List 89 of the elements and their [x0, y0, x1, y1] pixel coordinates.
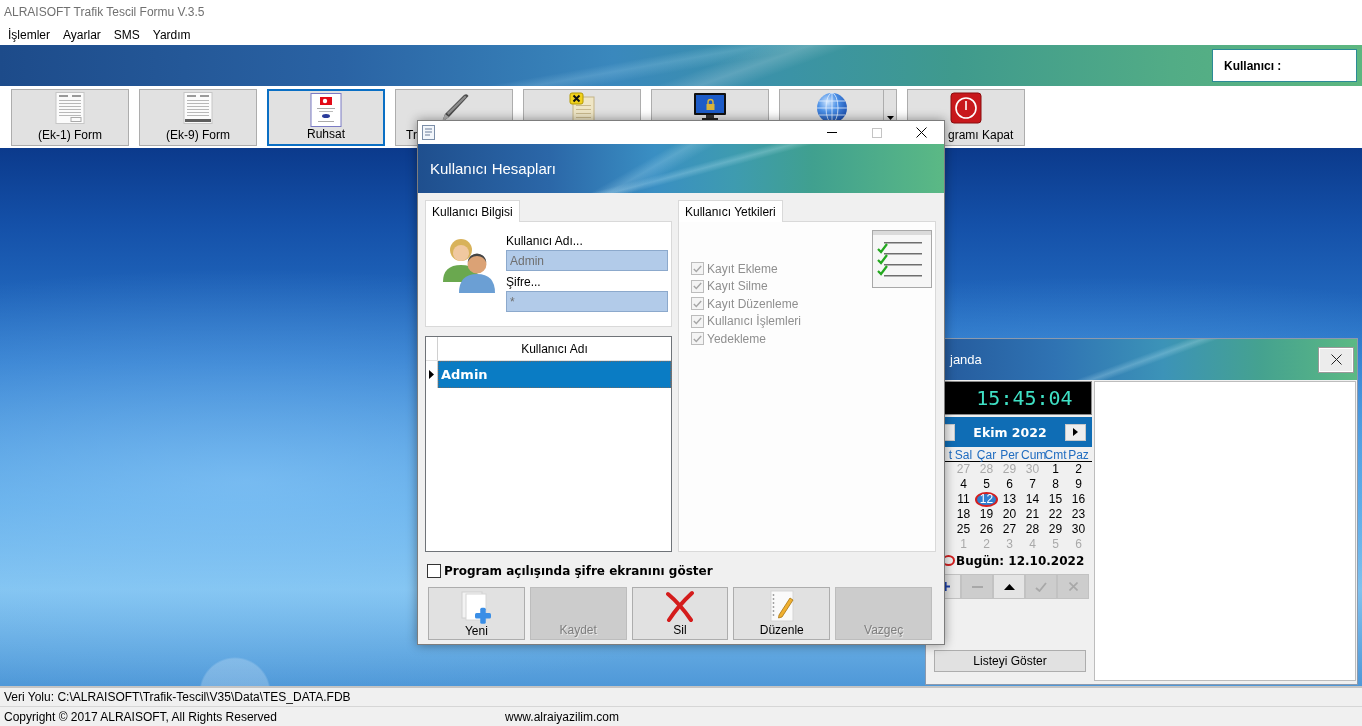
- menu-item[interactable]: Ayarlar: [57, 25, 107, 44]
- checkbox-label: Kayıt Silme: [707, 279, 768, 294]
- document-icon: [422, 125, 435, 140]
- dialog-heading: Kullanıcı Hesapları: [430, 160, 556, 177]
- edit-button[interactable]: Düzenle: [733, 587, 831, 640]
- minus-icon: [971, 585, 983, 588]
- month-title: Ekim 2022: [973, 424, 1047, 440]
- caret-right-icon: [1073, 428, 1078, 436]
- calendar-day[interactable]: 26: [975, 522, 998, 537]
- user-panel: Kullanıcı :: [1212, 49, 1357, 82]
- calendar-day[interactable]: 9: [1067, 477, 1090, 492]
- cross-icon: [664, 590, 696, 622]
- calendar-day[interactable]: 8: [1044, 477, 1067, 492]
- window-title: ALRAISOFT Trafik Tescil Formu V.3.5: [4, 5, 205, 19]
- checkbox-label: Kayıt Ekleme: [707, 261, 778, 276]
- calendar-day[interactable]: 4: [952, 477, 975, 492]
- calendar-day[interactable]: 7: [1021, 477, 1044, 492]
- calendar-day[interactable]: 5: [975, 477, 998, 492]
- document-icon: [183, 92, 213, 124]
- caret-up-icon: [1003, 583, 1015, 590]
- calendar-day[interactable]: 11: [952, 492, 975, 507]
- close-icon: [1330, 354, 1342, 365]
- calendar-day[interactable]: 6: [998, 477, 1021, 492]
- move-up-button[interactable]: [993, 574, 1025, 599]
- calendar-day[interactable]: 28: [1021, 522, 1044, 537]
- calendar-day[interactable]: 19: [975, 507, 998, 522]
- calendar-day[interactable]: 23: [1067, 507, 1090, 522]
- calendar-day[interactable]: 16: [1067, 492, 1090, 507]
- calendar-day[interactable]: 13: [998, 492, 1021, 507]
- calendar-day[interactable]: 22: [1044, 507, 1067, 522]
- power-icon: [950, 92, 982, 124]
- checkbox[interactable]: [427, 563, 441, 578]
- checkbox-label: Yedekleme: [707, 331, 766, 346]
- calendar-day[interactable]: 2: [1067, 462, 1090, 477]
- add-document-icon: [459, 590, 494, 624]
- calendar-day[interactable]: 14: [1021, 492, 1044, 507]
- data-path-text: Veri Yolu: C:\ALRAISOFT\Trafik-Tescil\V35\Data\TES_DATA.FDB: [4, 690, 351, 704]
- row-pointer-icon: [429, 370, 434, 379]
- weekday-label: Cum: [1021, 449, 1044, 461]
- menu-item[interactable]: SMS: [107, 25, 146, 44]
- toolbar-button[interactable]: (Ek-9) Form: [139, 89, 257, 146]
- copyright-text: Copyright © 2017 ALRAISOFT, All Rights Reserved: [4, 709, 278, 724]
- today-ring-icon: [942, 555, 955, 566]
- close-button[interactable]: [1319, 347, 1353, 372]
- menu-item[interactable]: İşlemler: [2, 25, 56, 44]
- table-cell[interactable]: Admin: [438, 361, 671, 388]
- calendar-day[interactable]: 30: [1067, 522, 1090, 537]
- website-text: www.alraiyazilim.com: [505, 709, 621, 724]
- checkbox-label: Program açılışında şifre ekranını göster: [444, 563, 713, 578]
- show-list-button[interactable]: Listeyi Göster: [934, 650, 1086, 672]
- calendar-day[interactable]: 12: [975, 492, 998, 507]
- checkbox-label: Kullanıcı İşlemleri: [707, 314, 802, 329]
- next-month-button[interactable]: [1065, 423, 1086, 441]
- cross-icon: [1068, 582, 1078, 591]
- weekday-label: Paz: [1067, 449, 1090, 461]
- menu-item[interactable]: Yardım: [146, 25, 197, 44]
- calendar-day[interactable]: 21: [1021, 507, 1044, 522]
- calendar-day[interactable]: 27: [998, 522, 1021, 537]
- new-button[interactable]: Yeni: [428, 587, 525, 640]
- document-icon: [55, 92, 85, 124]
- minimize-icon: [826, 132, 837, 133]
- maximize-icon: [871, 127, 882, 138]
- window-title: janda: [950, 352, 982, 367]
- checklist-icon: [872, 230, 932, 288]
- monitor-lock-icon: [693, 92, 727, 122]
- today-label: Bugün: 12.10.2022: [956, 553, 1085, 568]
- toolbar-button[interactable]: (Ek-1) Form: [11, 89, 129, 146]
- calendar-day[interactable]: 1: [1044, 462, 1067, 477]
- weekday-label: Cmt: [1044, 449, 1067, 461]
- weekday-label: Sal: [953, 449, 974, 461]
- toolbar-button[interactable]: Ruhsat: [267, 89, 385, 146]
- flag-document-icon: [310, 93, 342, 127]
- calendar-day[interactable]: 18: [952, 507, 975, 522]
- calendar-day[interactable]: 25: [952, 522, 975, 537]
- weekday-label: Çar: [975, 449, 998, 461]
- calendar-day[interactable]: 15: [1044, 492, 1067, 507]
- tab[interactable]: Kullanıcı Yetkileri: [678, 200, 783, 222]
- weekday-label: t: [947, 449, 952, 461]
- calendar-day[interactable]: 20: [998, 507, 1021, 522]
- tab[interactable]: Kullanıcı Bilgisi: [425, 200, 520, 222]
- field-label: Şifre...: [506, 275, 542, 289]
- field-label: Kullanıcı Adı...: [506, 234, 584, 248]
- close-icon: [916, 127, 927, 138]
- calendar-day[interactable]: 29: [1044, 522, 1067, 537]
- delete-button[interactable]: Sil: [631, 587, 729, 640]
- checkbox-label: Kayıt Düzenleme: [707, 296, 799, 311]
- check-icon: [1035, 581, 1047, 592]
- weekday-label: Per: [999, 449, 1020, 461]
- column-header: Kullanıcı Adı: [520, 340, 589, 358]
